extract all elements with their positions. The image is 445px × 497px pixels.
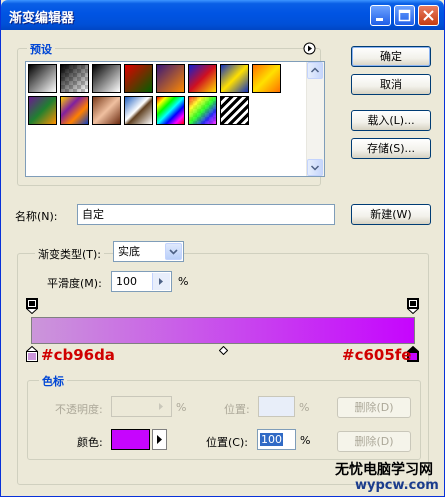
smoothness-slider-button[interactable] — [152, 273, 170, 290]
smoothness-input[interactable]: 100 — [111, 271, 172, 292]
maximize-button[interactable] — [394, 5, 415, 26]
color-location-label: 位置(C): — [206, 436, 248, 449]
minimize-icon — [376, 18, 383, 21]
scroll-down-button[interactable] — [307, 159, 323, 176]
close-icon — [423, 10, 434, 21]
preset-swatch-yellow-violet-orange-blue[interactable] — [60, 96, 89, 125]
preset-swatch-blue-yellow-blue[interactable] — [220, 64, 249, 93]
close-button[interactable] — [418, 5, 439, 26]
color-location-value: 100 — [260, 433, 283, 446]
opacity-stop-icon — [25, 298, 39, 315]
name-input[interactable]: 自定 — [77, 204, 335, 225]
delete-color-stop-button[interactable]: 删除(D) — [337, 431, 411, 452]
gradient-bar[interactable] — [31, 317, 415, 344]
stop-color-menu-button[interactable] — [152, 429, 167, 450]
ok-button[interactable]: 确定 — [351, 46, 431, 67]
opacity-location-unit: % — [299, 401, 310, 414]
opacity-stop-left[interactable] — [25, 298, 39, 315]
color-location-unit: % — [300, 434, 311, 447]
cancel-button[interactable]: 取消 — [351, 74, 431, 95]
color-location-input[interactable]: 100 — [257, 429, 296, 450]
chevron-down-icon — [169, 249, 178, 255]
diamond-icon — [218, 345, 229, 356]
color-label: 颜色: — [77, 436, 103, 449]
preset-swatch-foreground-to-transparent[interactable] — [60, 64, 89, 93]
preset-swatch-violet-orange[interactable] — [156, 64, 185, 93]
triangle-right-icon — [157, 435, 162, 444]
color-stops-label: 色标 — [39, 373, 67, 389]
scroll-up-button[interactable] — [307, 62, 323, 79]
preset-swatch-orange-yellow-orange[interactable] — [252, 64, 281, 93]
opacity-location-label: 位置: — [224, 403, 250, 416]
preset-swatch-transparent-stripes[interactable] — [220, 96, 249, 125]
load-button[interactable]: 载入(L)... — [351, 110, 431, 131]
triangle-right-icon — [159, 278, 163, 285]
color-stop-left[interactable] — [25, 345, 39, 362]
play-circle-icon — [303, 42, 316, 55]
opacity-input[interactable] — [111, 396, 172, 417]
watermark-text: 无忧电脑学习网 — [335, 462, 433, 478]
opacity-location-input[interactable] — [258, 396, 295, 417]
arrow-up-icon — [310, 67, 320, 73]
preset-swatch-transparent-rainbow[interactable] — [188, 96, 217, 125]
color-stop-icon — [25, 345, 39, 362]
presets-label: 预设 — [27, 41, 55, 57]
opacity-stop-icon — [406, 298, 420, 315]
smoothness-label: 平滑度(M): — [47, 277, 102, 290]
preset-swatch-blue-red-yellow[interactable] — [188, 64, 217, 93]
midpoint-marker[interactable] — [218, 345, 229, 356]
preset-swatch-foreground-to-background[interactable] — [28, 64, 57, 93]
opacity-stop-right[interactable] — [406, 298, 420, 315]
title-bar[interactable]: 渐变编辑器 — [1, 0, 444, 30]
opacity-slider-button[interactable] — [153, 398, 170, 415]
start-color-hex-annotation: #cb96da — [41, 346, 115, 364]
opacity-label: 不透明度: — [55, 403, 103, 416]
preset-swatch-spectrum[interactable] — [156, 96, 185, 125]
save-button[interactable]: 存储(S)... — [351, 138, 431, 159]
gradient-editor-window: 渐变编辑器 预设 确定 取消 载入(L)... 存储(S)... 名称(N): … — [0, 0, 445, 497]
smoothness-unit: % — [178, 275, 189, 288]
gradient-type-value: 实底 — [118, 245, 140, 258]
presets-menu-button[interactable] — [303, 42, 316, 55]
name-label: 名称(N): — [15, 210, 58, 223]
end-color-hex-annotation: #c605fe — [342, 346, 412, 364]
delete-opacity-stop-button[interactable]: 删除(D) — [337, 397, 411, 418]
watermark-url: wypcw.com — [355, 478, 439, 493]
gradient-type-select[interactable]: 实底 — [113, 241, 184, 262]
minimize-button[interactable] — [370, 5, 391, 26]
smoothness-value: 100 — [116, 275, 137, 288]
new-button[interactable]: 新建(W) — [351, 204, 431, 225]
window-title: 渐变编辑器 — [9, 11, 75, 26]
preset-swatch-copper[interactable] — [92, 96, 121, 125]
preset-swatch-black-white[interactable] — [92, 64, 121, 93]
preset-swatch-chrome[interactable] — [124, 96, 153, 125]
presets-panel[interactable] — [25, 61, 325, 177]
gradient-type-dropdown-button[interactable] — [165, 243, 182, 260]
opacity-unit: % — [176, 401, 187, 414]
stop-color-swatch[interactable] — [111, 429, 150, 450]
gradient-type-label: 渐变类型(T): — [35, 246, 105, 262]
preset-swatch-red-green[interactable] — [124, 64, 153, 93]
triangle-right-icon — [159, 403, 163, 410]
arrow-down-icon — [310, 165, 320, 171]
preset-swatch-violet-green-orange[interactable] — [28, 96, 57, 125]
presets-scrollbar[interactable] — [306, 62, 324, 176]
maximize-icon — [398, 9, 411, 22]
